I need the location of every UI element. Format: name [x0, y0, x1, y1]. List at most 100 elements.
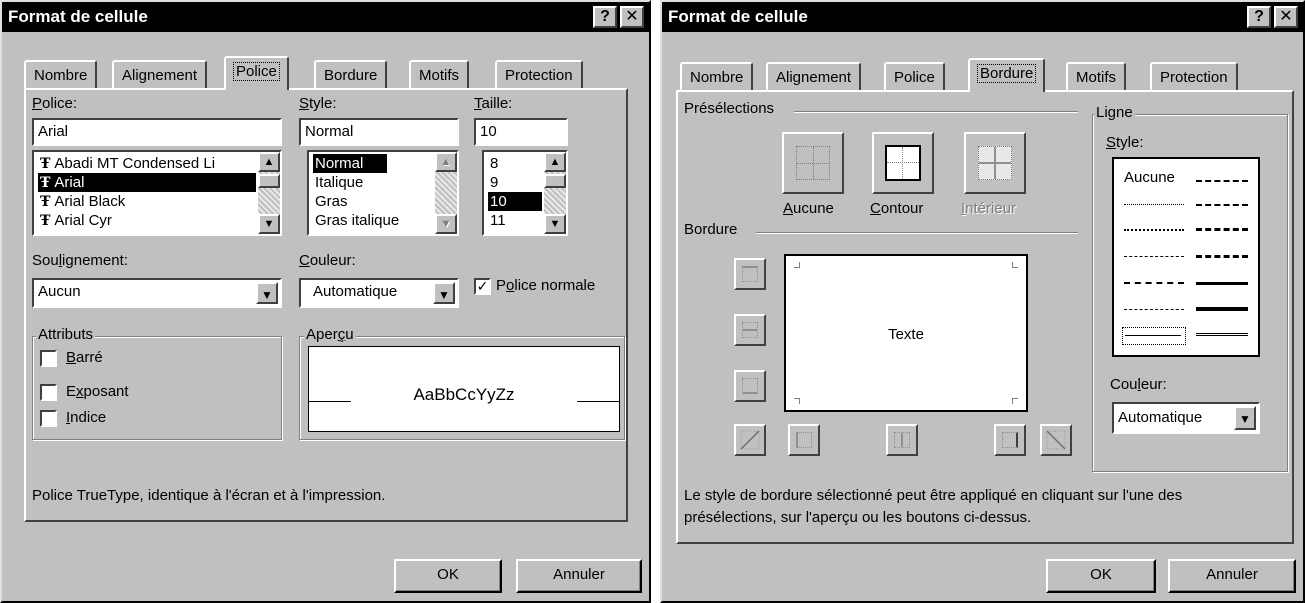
- line-style-sample[interactable]: [1196, 333, 1248, 336]
- soulignement-label: Soulignement:: [32, 252, 128, 269]
- list-item[interactable]: Ŧ Abadi MT Condensed Li: [38, 154, 256, 173]
- tab-nombre[interactable]: Nombre: [24, 60, 98, 90]
- bordure-label: Bordure: [684, 221, 738, 238]
- police-input[interactable]: Arial: [32, 118, 282, 146]
- scroll-down-icon[interactable]: ▼: [258, 214, 280, 234]
- list-item[interactable]: Italique: [313, 173, 433, 192]
- tab-police[interactable]: Police: [884, 62, 945, 92]
- couleur-label: Couleur:: [1110, 376, 1167, 393]
- scrollbar[interactable]: ▲ ▼: [544, 152, 566, 234]
- tab-police[interactable]: Police: [224, 56, 289, 90]
- dialog-title: Format de cellule: [668, 7, 808, 26]
- line-style-list[interactable]: Aucune: [1112, 157, 1260, 357]
- cancel-button[interactable]: Annuler: [516, 559, 642, 593]
- scroll-up-icon[interactable]: ▲: [544, 152, 566, 172]
- line-style-none[interactable]: Aucune: [1124, 169, 1175, 186]
- tab-motifs[interactable]: Motifs: [409, 60, 470, 90]
- line-style-sample[interactable]: [1196, 282, 1248, 285]
- list-item[interactable]: Gras: [313, 192, 433, 211]
- barre-checkbox[interactable]: [40, 350, 57, 367]
- line-style-selected[interactable]: [1122, 327, 1186, 345]
- list-item[interactable]: 8: [488, 154, 542, 173]
- preset-interieur-button[interactable]: [964, 132, 1026, 194]
- border-middle-horizontal-button[interactable]: [734, 314, 766, 346]
- apercu-box: AaBbCcYyZz: [308, 346, 620, 432]
- indice-checkbox[interactable]: [40, 410, 57, 427]
- close-button[interactable]: ✕: [620, 6, 644, 28]
- list-item[interactable]: Ŧ Arial Cyr: [38, 211, 256, 230]
- list-item[interactable]: 9: [488, 173, 542, 192]
- line-style-sample[interactable]: [1196, 307, 1248, 311]
- preselections-label: Présélections: [684, 100, 775, 117]
- border-preview[interactable]: Texte: [784, 254, 1028, 412]
- info-text: Police TrueType, identique à l'écran et …: [32, 487, 386, 504]
- preset-aucune-button[interactable]: [782, 132, 844, 194]
- border-diagonal-up-button[interactable]: [734, 424, 766, 456]
- border-top-button[interactable]: [734, 258, 766, 290]
- help-button[interactable]: ?: [1247, 6, 1271, 28]
- tab-alignement[interactable]: Alignement: [112, 60, 208, 90]
- taille-input[interactable]: 10: [474, 118, 568, 146]
- exposant-label: Exposant: [66, 383, 129, 400]
- scroll-up-icon[interactable]: ▲: [258, 152, 280, 172]
- scrollbar[interactable]: ▲ ▼: [258, 152, 280, 234]
- tab-protection[interactable]: Protection: [495, 60, 583, 90]
- line-style-sample[interactable]: [1124, 309, 1184, 310]
- scroll-thumb[interactable]: [258, 174, 280, 188]
- ok-button[interactable]: OK: [394, 559, 502, 593]
- tab-alignement[interactable]: Alignement: [766, 62, 862, 92]
- preselections-divider: [794, 111, 1078, 113]
- couleur-dropdown[interactable]: Automatique ▼: [1112, 402, 1260, 434]
- ligne-label: Ligne: [1094, 104, 1135, 121]
- help-button[interactable]: ?: [593, 6, 617, 28]
- border-diagonal-down-button[interactable]: [1040, 424, 1072, 456]
- corner-mark: [1012, 398, 1018, 404]
- tab-nombre[interactable]: Nombre: [680, 62, 754, 92]
- soulignement-dropdown[interactable]: Aucun ▼: [32, 278, 282, 308]
- scroll-down-icon[interactable]: ▼: [544, 214, 566, 234]
- line-style-sample[interactable]: [1124, 204, 1184, 205]
- cancel-button[interactable]: Annuler: [1168, 559, 1296, 593]
- style-list[interactable]: Normal Italique Gras Gras italique ▲ ▼: [307, 150, 459, 236]
- ok-button[interactable]: OK: [1046, 559, 1156, 593]
- line-style-sample[interactable]: [1196, 180, 1248, 182]
- police-normale-checkbox[interactable]: ✓: [474, 278, 491, 295]
- tab-bordure[interactable]: Bordure: [968, 58, 1046, 92]
- close-button[interactable]: ✕: [1274, 6, 1298, 28]
- list-item-selected[interactable]: 10: [488, 192, 542, 211]
- line-style-sample[interactable]: [1124, 229, 1184, 231]
- exposant-checkbox[interactable]: [40, 384, 57, 401]
- line-style-sample[interactable]: [1124, 256, 1184, 257]
- list-item-selected[interactable]: Normal: [313, 154, 387, 173]
- line-style-sample[interactable]: [1196, 255, 1248, 258]
- line-style-sample[interactable]: [1196, 228, 1248, 231]
- border-left-button[interactable]: [788, 424, 820, 456]
- list-item-selected[interactable]: Ŧ Arial: [38, 173, 256, 192]
- chevron-down-icon[interactable]: ▼: [1234, 406, 1256, 430]
- list-item[interactable]: Ŧ Arial Black: [38, 192, 256, 211]
- style-input[interactable]: Normal: [299, 118, 459, 146]
- scroll-down-icon[interactable]: ▼: [435, 214, 457, 234]
- police-list[interactable]: Ŧ Abadi MT Condensed Li Ŧ Arial Ŧ Arial Bla…: [32, 150, 282, 236]
- chevron-down-icon[interactable]: ▼: [433, 282, 455, 304]
- tab-motifs[interactable]: Motifs: [1066, 62, 1127, 92]
- tab-protection[interactable]: Protection: [1150, 62, 1238, 92]
- scrollbar[interactable]: ▲ ▼: [435, 152, 457, 234]
- tab-bordure[interactable]: Bordure: [314, 60, 388, 90]
- chevron-down-icon[interactable]: ▼: [256, 282, 278, 304]
- border-right-button[interactable]: [994, 424, 1026, 456]
- border-bottom-button[interactable]: [734, 370, 766, 402]
- scroll-up-icon[interactable]: ▲: [435, 152, 457, 172]
- list-item[interactable]: Gras italique: [313, 211, 433, 230]
- truetype-icon: Ŧ: [40, 194, 51, 210]
- list-item[interactable]: 11: [488, 211, 542, 230]
- preset-contour-button[interactable]: [872, 132, 934, 194]
- border-middle-vertical-button[interactable]: [886, 424, 918, 456]
- taille-list[interactable]: 8 9 10 11 ▲ ▼: [482, 150, 568, 236]
- couleur-label: Couleur:: [299, 252, 356, 269]
- couleur-dropdown[interactable]: Automatique ▼: [299, 278, 459, 308]
- scroll-thumb[interactable]: [544, 174, 566, 188]
- line-style-sample[interactable]: [1196, 204, 1248, 206]
- bordure-divider: [756, 232, 1078, 234]
- line-style-sample[interactable]: [1124, 282, 1184, 284]
